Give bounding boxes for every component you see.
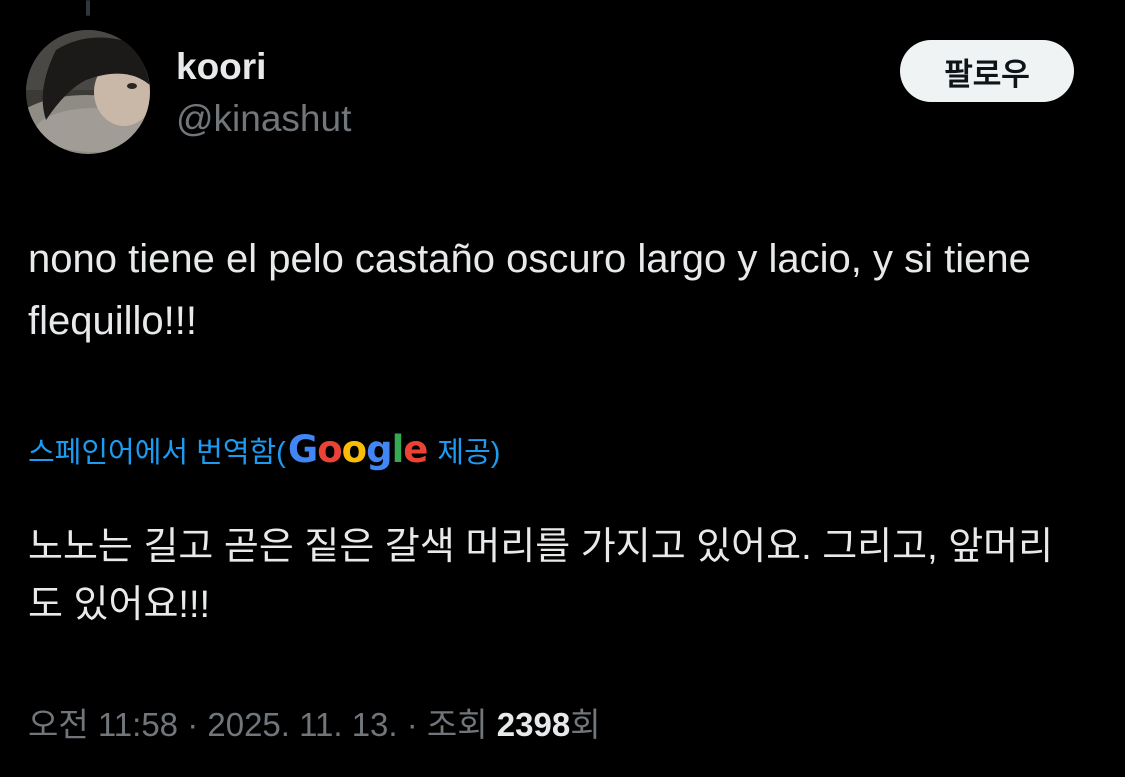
translation-suffix: 제공) xyxy=(429,437,501,469)
google-logo: Google xyxy=(287,428,429,471)
views-suffix: 회 xyxy=(570,706,601,743)
user-handle[interactable]: @kinashut xyxy=(176,96,351,142)
meta-separator: · xyxy=(178,706,208,743)
tweet-date[interactable]: 2025. 11. 13. xyxy=(207,706,397,743)
meta-separator: · xyxy=(397,706,427,743)
views-count: 2398 xyxy=(496,706,571,743)
thread-connector-line xyxy=(86,0,90,16)
tweet-time[interactable]: 오전 11:58 xyxy=(28,706,178,743)
translated-text: 노노는 길고 곧은 짙은 갈색 머리를 가지고 있어요. 그리고, 앞머리도 있… xyxy=(28,526,1054,626)
translation-label[interactable]: 스페인어에서 번역함(Google 제공) xyxy=(28,428,500,475)
translation-prefix: 스페인어에서 번역함( xyxy=(28,437,286,469)
follow-button[interactable]: 팔로우 xyxy=(900,40,1074,102)
views-label: 조회 xyxy=(426,706,497,743)
display-name[interactable]: koori xyxy=(176,44,266,90)
avatar[interactable] xyxy=(26,30,150,154)
tweet-meta: 오전 11:58 · 2025. 11. 13. · 조회 2398회 xyxy=(28,700,601,750)
tweet-text: nono tiene el pelo castaño oscuro largo … xyxy=(28,237,1031,343)
